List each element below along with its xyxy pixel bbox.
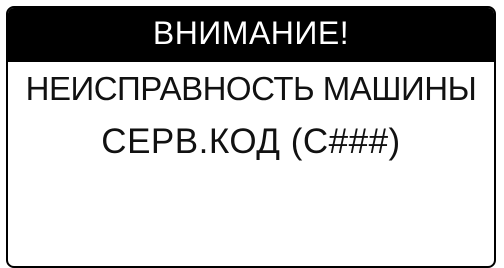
warning-title: ВНИМАНИЕ!	[152, 15, 350, 51]
service-code-text: СЕРВ.КОД (С###)	[101, 122, 401, 161]
warning-header: ВНИМАНИЕ!	[8, 8, 494, 62]
fault-message: НЕИСПРАВНОСТЬ МАШИНЫ	[25, 70, 477, 107]
machine-fault-panel: ВНИМАНИЕ! НЕИСПРАВНОСТЬ МАШИНЫ СЕРВ.КОД …	[6, 6, 496, 268]
